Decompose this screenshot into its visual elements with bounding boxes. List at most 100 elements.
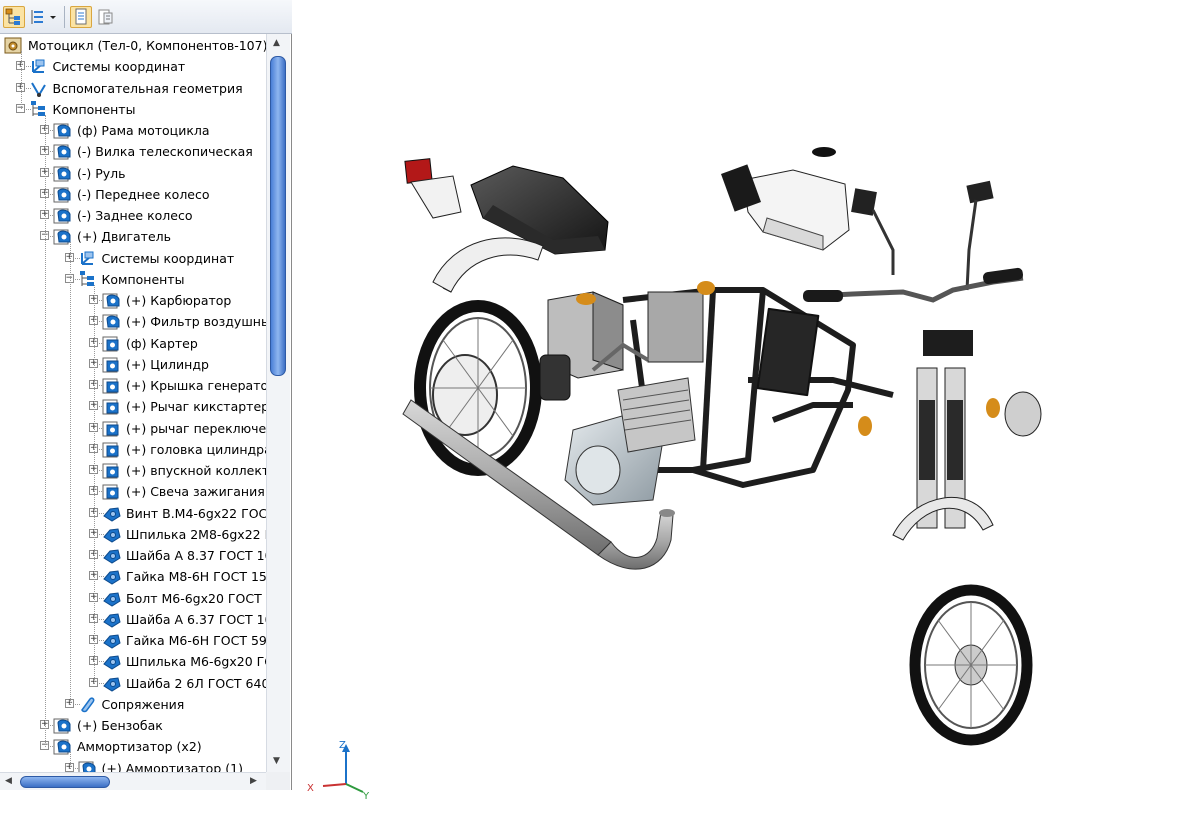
rear-fender[interactable] bbox=[432, 237, 544, 293]
tree-node[interactable]: − Компоненты bbox=[0, 269, 266, 290]
tree-node[interactable]: + (+) Бензобак bbox=[0, 715, 266, 736]
tree-node-label: Гайка М8-6Н ГОСТ 155 bbox=[126, 569, 266, 585]
tree-node-label: Болт М6-6gx20 ГОСТ 7 bbox=[126, 590, 266, 606]
aux-geometry-icon bbox=[29, 79, 49, 98]
filter-dropdown-button[interactable] bbox=[46, 6, 60, 28]
tree-node[interactable]: + (+) Цилиндр bbox=[0, 354, 266, 375]
tree-node[interactable]: + Шпилька 2М8-6gx22 Г bbox=[0, 524, 266, 545]
rear-wheel[interactable] bbox=[414, 300, 542, 476]
tree-view-icon bbox=[5, 8, 20, 25]
standard-part-icon bbox=[102, 567, 122, 586]
tree-node[interactable]: + Гайка М8-6Н ГОСТ 155 bbox=[0, 566, 266, 587]
tree-node[interactable]: − (+) Двигатель bbox=[0, 226, 266, 247]
tree-node-label: Аммортизатор (х2) bbox=[77, 739, 202, 755]
fuel-tank[interactable] bbox=[721, 147, 877, 251]
orientation-triad: Z X Y bbox=[307, 740, 370, 802]
tree-node[interactable]: +(+) Крышка генератора bbox=[0, 375, 266, 396]
tree-node-label: (+) Бензобак bbox=[77, 718, 163, 733]
tree-node[interactable]: + (+) Аммортизатор (1) bbox=[0, 758, 266, 772]
scroll-left-icon[interactable]: ◀ bbox=[5, 776, 12, 786]
standard-part-icon bbox=[102, 546, 122, 565]
tree-node-label: Шпилька 2М8-6gx22 Г bbox=[126, 526, 266, 542]
tree-node[interactable]: + Системы координат bbox=[0, 248, 266, 269]
tree-node[interactable]: + (+) Фильтр воздушный bbox=[0, 311, 266, 332]
scroll-right-icon[interactable]: ▶ bbox=[250, 776, 257, 786]
exploded-motorcycle-model[interactable]: Z X Y bbox=[293, 0, 1200, 816]
tree-node-label: (-) Заднее колесо bbox=[77, 208, 193, 223]
tree-node[interactable]: Мотоцикл (Тел-0, Компонентов-107) bbox=[0, 35, 266, 56]
tree-horizontal-scrollbar[interactable]: ◀ ▶ bbox=[0, 772, 266, 790]
part-icon bbox=[102, 376, 122, 395]
page-view-button[interactable] bbox=[70, 6, 92, 28]
3d-viewport[interactable]: Z X Y bbox=[293, 0, 1200, 816]
tree-node[interactable]: + (+) Карбюратор bbox=[0, 290, 266, 311]
part-icon bbox=[102, 355, 122, 374]
tree-node-label: (+) Свеча зажигания bbox=[126, 484, 265, 500]
tree-node-label: Компоненты bbox=[101, 271, 185, 287]
tree-node[interactable]: + Шайба А 6.37 ГОСТ 10 bbox=[0, 609, 266, 630]
coordinate-system-icon bbox=[29, 57, 49, 76]
tree-node-label: Компоненты bbox=[52, 101, 136, 117]
tree-node-label: (+) рычаг переключен bbox=[126, 420, 266, 436]
tree-node[interactable]: + (-) Переднее колесо bbox=[0, 184, 266, 205]
subassembly-icon bbox=[78, 759, 98, 772]
tree-node-label: (ф) Картер bbox=[126, 335, 198, 351]
z-axis-label: Z bbox=[339, 740, 346, 751]
tree-node[interactable]: + (-) Заднее колесо bbox=[0, 205, 266, 226]
tree-node[interactable]: + (+) Свеча зажигания bbox=[0, 481, 266, 502]
part-icon bbox=[102, 482, 122, 501]
scroll-up-icon[interactable]: ▲ bbox=[273, 38, 280, 48]
tree-node[interactable]: + Вспомогательная геометрия bbox=[0, 78, 266, 99]
subassembly-icon bbox=[53, 121, 73, 140]
tree-node[interactable]: + (+) рычаг переключен bbox=[0, 418, 266, 439]
tree-node[interactable]: + (+) Рычаг кикстартера bbox=[0, 396, 266, 417]
front-wheel[interactable] bbox=[909, 584, 1033, 746]
filter-icon bbox=[31, 10, 43, 24]
properties-button[interactable] bbox=[94, 6, 116, 28]
tree-node[interactable]: + Шайба А 8.37 ГОСТ 10 bbox=[0, 545, 266, 566]
tree-node[interactable]: + (ф) Рама мотоцикла bbox=[0, 120, 266, 141]
standard-part-icon bbox=[102, 631, 122, 650]
tree-node[interactable]: + Шпилька М6-6gx20 ГС bbox=[0, 651, 266, 672]
tree-node[interactable]: + Болт М6-6gx20 ГОСТ 7 bbox=[0, 588, 266, 609]
part-icon bbox=[102, 461, 122, 480]
tree-node-label: (-) Вилка телескопическая bbox=[77, 144, 253, 160]
subassembly-icon bbox=[102, 291, 122, 310]
tree-node[interactable]: − Аммортизатор (х2) bbox=[0, 736, 266, 757]
tree-node-label: (ф) Рама мотоцикла bbox=[77, 123, 210, 138]
vertical-scroll-thumb[interactable] bbox=[270, 56, 286, 376]
tree-node[interactable]: + (-) Вилка телескопическая bbox=[0, 141, 266, 162]
tree-node[interactable]: − Компоненты bbox=[0, 99, 266, 120]
tree-node[interactable]: + Системы координат bbox=[0, 56, 266, 77]
mates-icon bbox=[78, 695, 98, 714]
scrollbar-corner bbox=[266, 772, 290, 790]
page-icon bbox=[75, 8, 87, 25]
standard-part-icon bbox=[102, 589, 122, 608]
tree-node[interactable]: + Гайка М6-6Н ГОСТ 592 bbox=[0, 630, 266, 651]
standard-part-icon bbox=[102, 525, 122, 544]
tree-node-label: (+) Цилиндр bbox=[126, 356, 209, 372]
horizontal-scroll-thumb[interactable] bbox=[20, 776, 110, 788]
part-icon bbox=[102, 334, 122, 353]
tree-node[interactable]: + (+) впускной коллекто bbox=[0, 460, 266, 481]
tree-node-label: Шайба А 8.37 ГОСТ 10 bbox=[126, 548, 266, 563]
subassembly-icon bbox=[53, 142, 73, 161]
dropdown-arrow-icon bbox=[50, 16, 56, 19]
scroll-down-icon[interactable]: ▼ bbox=[273, 756, 280, 766]
y-axis-label: Y bbox=[362, 791, 370, 802]
tree-node[interactable]: + (ф) Картер bbox=[0, 333, 266, 354]
tree-node[interactable]: + Винт В.М4-6gx22 ГОСТ bbox=[0, 503, 266, 524]
tree-node[interactable]: + (-) Руль bbox=[0, 163, 266, 184]
tree-view-button[interactable] bbox=[3, 6, 25, 28]
tree-vertical-scrollbar[interactable]: ▲ ▼ bbox=[266, 34, 290, 772]
tree-node[interactable]: + Сопряжения bbox=[0, 694, 266, 715]
tree-node-label: (+) Карбюратор bbox=[126, 293, 232, 308]
tree-node[interactable]: + (+) головка цилиндра bbox=[0, 439, 266, 460]
subassembly-icon bbox=[53, 185, 73, 204]
tree-node[interactable]: + Шайба 2 6Л ГОСТ 6402 bbox=[0, 673, 266, 694]
model-tree: Мотоцикл (Тел-0, Компонентов-107) + Систем… bbox=[0, 34, 266, 772]
subassembly-icon bbox=[53, 716, 73, 735]
tree-node-label: (-) Переднее колесо bbox=[77, 186, 210, 202]
tail-light[interactable] bbox=[404, 158, 462, 219]
tree-node-label: Винт В.М4-6gx22 ГОСТ bbox=[126, 505, 266, 521]
